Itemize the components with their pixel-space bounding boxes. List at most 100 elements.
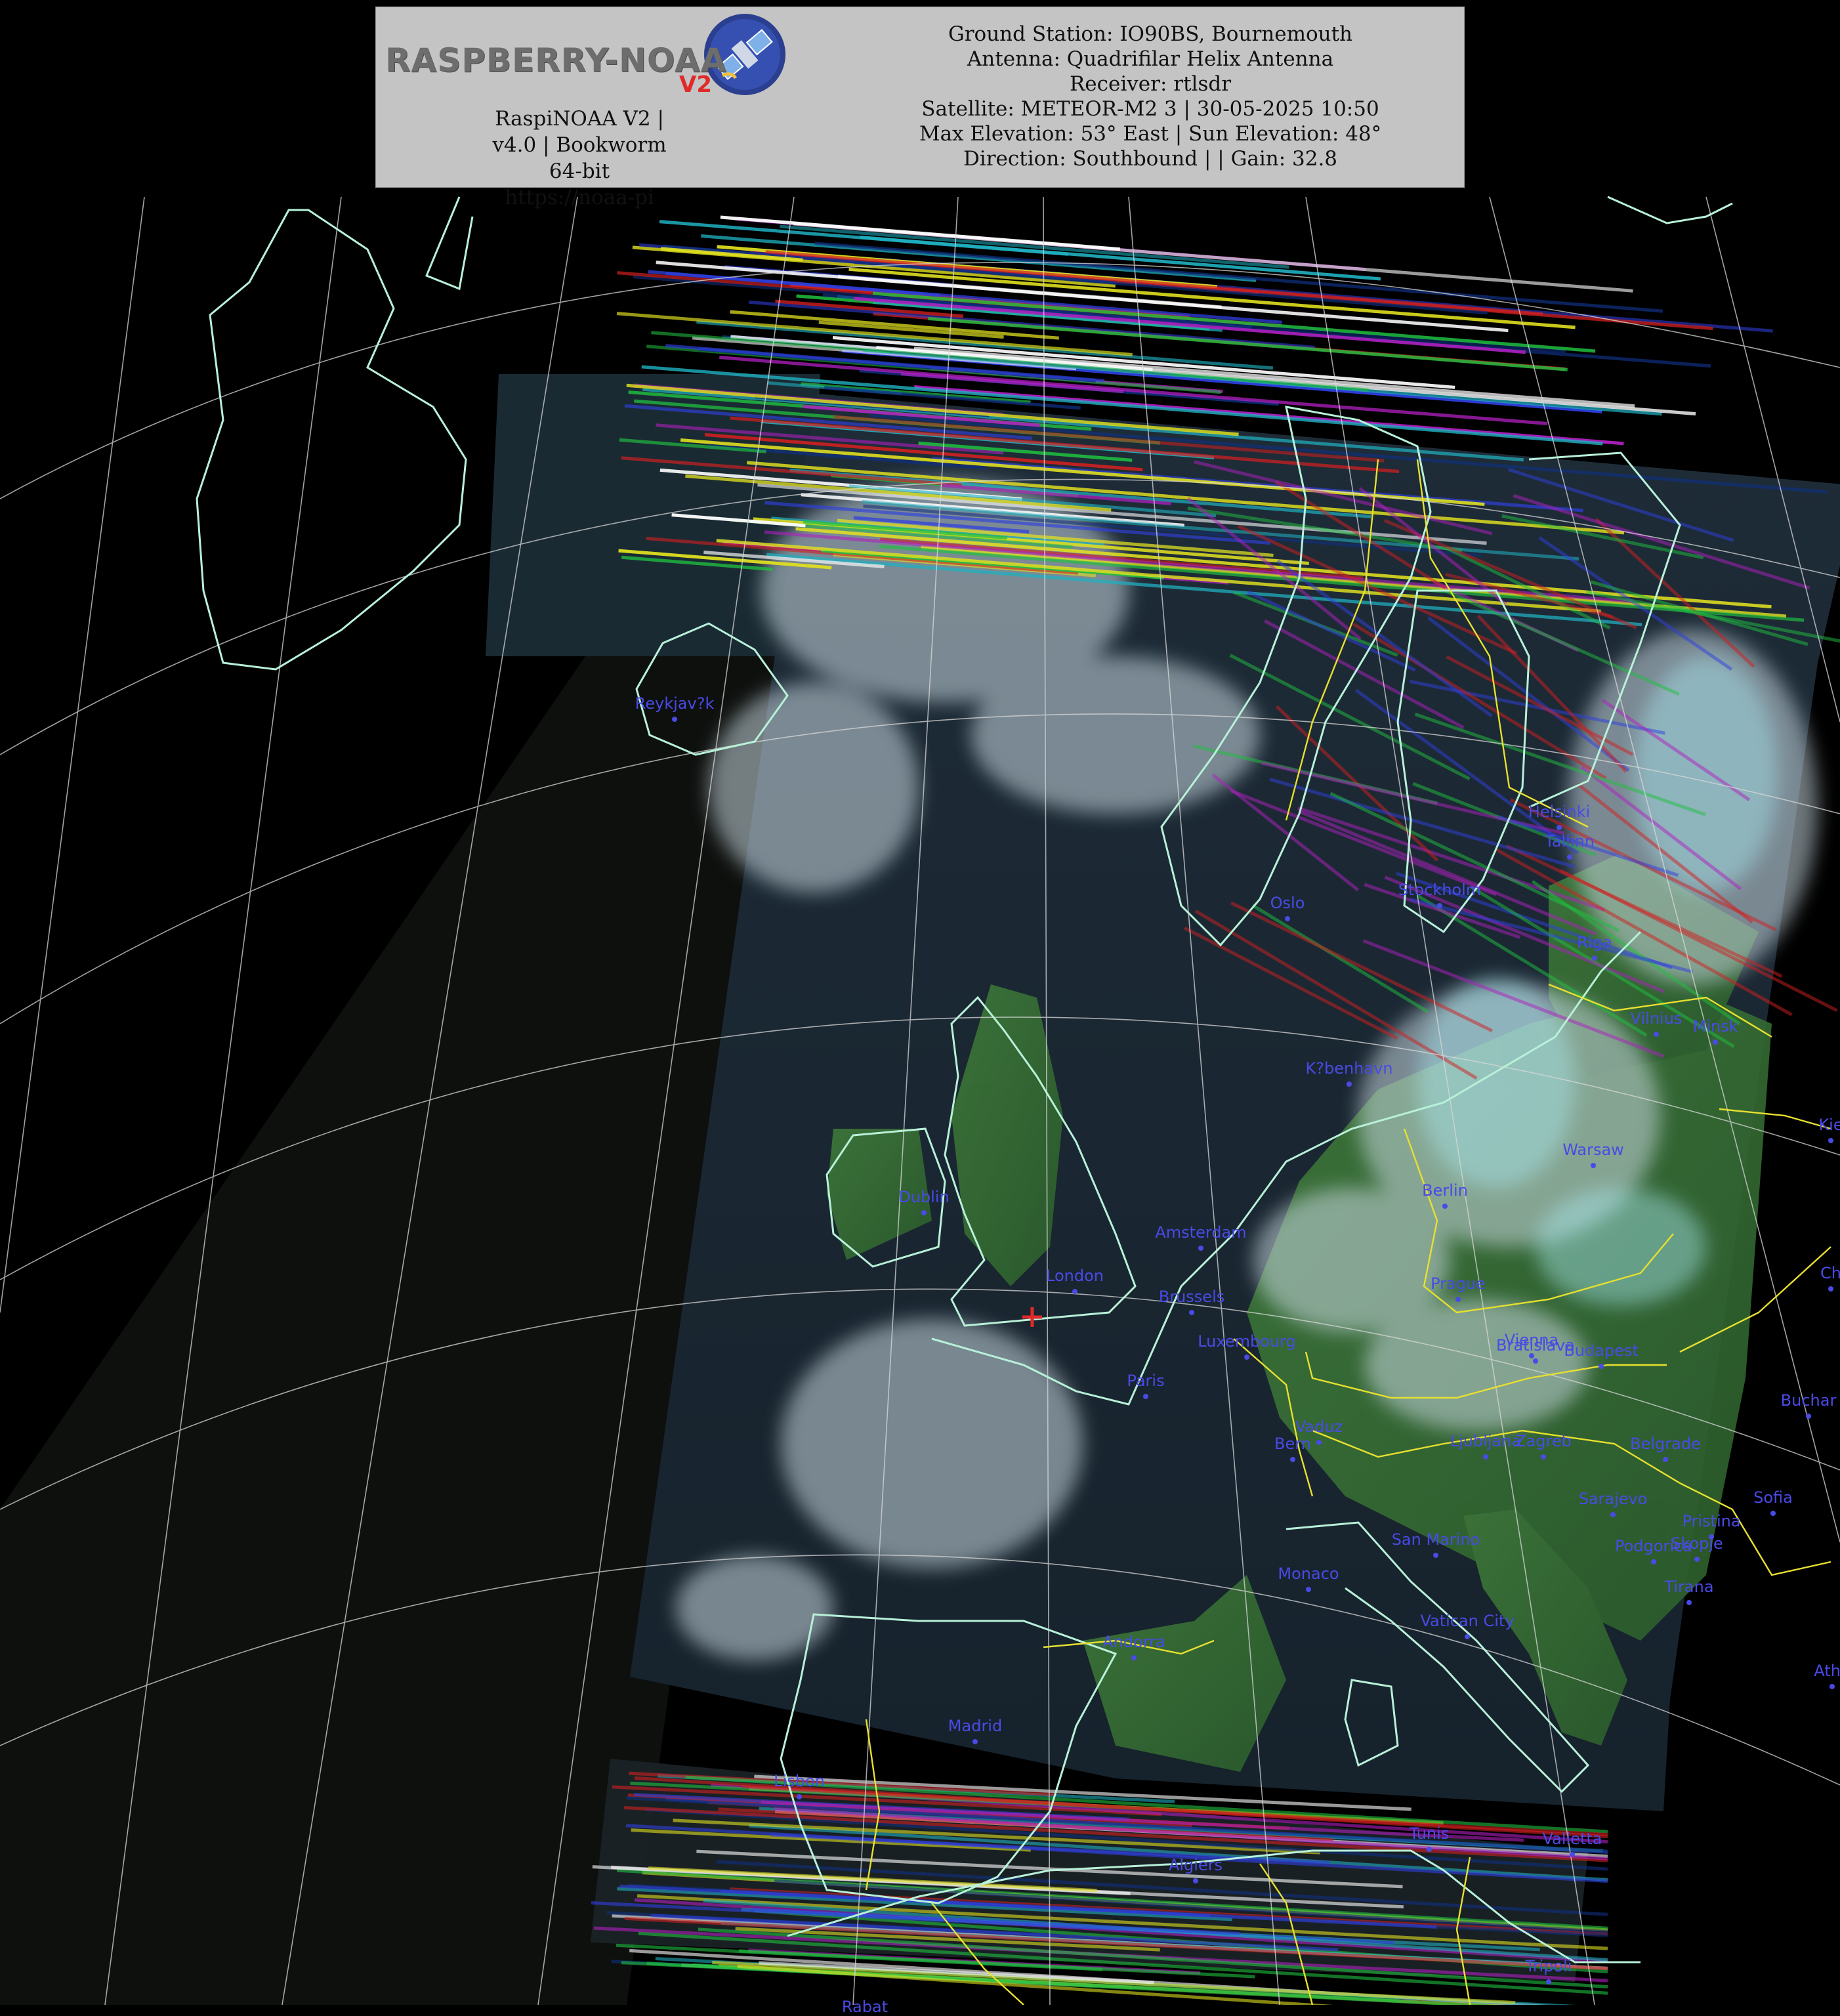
city-dot: [1828, 1286, 1833, 1292]
city-dot: [1427, 1847, 1432, 1852]
city-label: San Marino: [1391, 1530, 1480, 1549]
city-label: Minsk: [1692, 1017, 1738, 1036]
city-label: K?benhavn: [1305, 1059, 1393, 1078]
city-dot: [1465, 1634, 1470, 1639]
city-label: Monaco: [1278, 1564, 1339, 1583]
city-dot: [1316, 1440, 1322, 1445]
pass-info-header: RASPBERRY-NOAA V2 RaspiNOAA V2 | v4.0 | …: [375, 7, 1465, 209]
city-dot: [1285, 916, 1290, 921]
city-label: Ljubljana: [1450, 1432, 1522, 1450]
city-dot: [1557, 825, 1562, 830]
city-label: Tallinn: [1545, 832, 1595, 850]
city-dot: [1193, 1878, 1198, 1883]
direction-gain-line: Direction: Southbound | | Gain: 32.8: [963, 147, 1338, 171]
city-label: Skopje: [1671, 1534, 1723, 1553]
city-dot: [1610, 1512, 1616, 1517]
city-dot: [672, 717, 677, 722]
ground-station-marker-icon: [1022, 1307, 1042, 1327]
city-label: Tirana: [1664, 1578, 1714, 1596]
city-label: Luxembourg: [1198, 1332, 1296, 1351]
city-label: Vaduz: [1295, 1418, 1343, 1436]
city-label: Reykjav?k: [635, 694, 715, 713]
city-dot: [1483, 1454, 1488, 1460]
city-dot: [1189, 1310, 1194, 1315]
city-dot: [1347, 1082, 1352, 1087]
antenna-line: Antenna: Quadrifilar Helix Antenna: [967, 47, 1334, 71]
city-label: Buchar: [1780, 1391, 1837, 1410]
logo-wordmark: RASPBERRY-NOAA: [385, 41, 727, 79]
city-dot: [797, 1794, 802, 1799]
city-dot: [1713, 1040, 1718, 1045]
city-label: Ch: [1820, 1264, 1840, 1282]
logo-version-suffix: V2: [679, 72, 712, 98]
city-dot: [1599, 1364, 1604, 1369]
city-label: Riga: [1577, 933, 1612, 952]
city-label: Pristina: [1682, 1512, 1741, 1530]
city-dot: [1806, 1414, 1811, 1419]
city-dot: [1592, 956, 1597, 961]
city-label: Kie: [1818, 1116, 1840, 1134]
city-dot: [1686, 1600, 1692, 1605]
ground-station-line: Ground Station: IO90BS, Bournemouth: [948, 22, 1353, 46]
city-dot: [1570, 1852, 1575, 1857]
greenland-coast: [196, 209, 467, 671]
city-dot: [1546, 1979, 1551, 1984]
city-label: Valletta: [1542, 1830, 1602, 1848]
city-label: Sarajevo: [1578, 1490, 1648, 1508]
city-label: Algiers: [1168, 1856, 1223, 1874]
city-dot: [972, 1739, 978, 1744]
city-dot: [1442, 1204, 1448, 1209]
city-label: Warsaw: [1562, 1141, 1624, 1159]
city-dot: [1651, 1559, 1656, 1564]
city-label: Stockholm: [1398, 881, 1482, 899]
city-label: Dublin: [898, 1188, 950, 1206]
city-dot: [1830, 1684, 1835, 1689]
city-dot: [1591, 1163, 1596, 1168]
satellite-line: Satellite: METEOR-M2 3 | 30-05-2025 10:5…: [921, 97, 1379, 121]
city-dot: [1455, 1297, 1461, 1302]
city-label: London: [1046, 1267, 1104, 1285]
city-dot: [1663, 1457, 1668, 1462]
city-label: Athe: [1814, 1662, 1840, 1680]
station-url: https://noaa-pi: [505, 186, 654, 209]
city-label: Paris: [1127, 1372, 1165, 1390]
city-dot: [1694, 1557, 1700, 1562]
city-dot: [1244, 1354, 1249, 1360]
city-label: Helsinki: [1528, 803, 1591, 821]
city-dot: [1131, 1655, 1137, 1660]
city-dot: [1306, 1587, 1311, 1592]
city-label: Rabat: [841, 1998, 889, 2016]
city-label: Berlin: [1422, 1181, 1468, 1200]
svalbard-coast: [1607, 196, 1733, 224]
pass-details: Ground Station: IO90BS, Bournemouth Ante…: [835, 22, 1465, 171]
city-label: Lisbon: [774, 1772, 825, 1790]
city-label: Vatican City: [1420, 1612, 1515, 1630]
city-label: Andorra: [1102, 1633, 1165, 1651]
city-dot: [921, 1210, 927, 1215]
city-label: Zagreb: [1515, 1432, 1572, 1450]
city-label: Brussels: [1158, 1288, 1225, 1306]
city-dot: [1143, 1394, 1148, 1399]
version-line: RaspiNOAA V2 | v4.0 | Bookworm 64-bit: [492, 107, 667, 183]
city-label: Oslo: [1270, 894, 1305, 912]
city-dot: [1437, 903, 1442, 908]
city-label: Budapest: [1564, 1341, 1639, 1360]
map-canvas: [0, 196, 1840, 2005]
city-label: Vilnius: [1630, 1009, 1683, 1028]
city-dot: [1567, 854, 1572, 860]
city-dot: [1828, 1138, 1833, 1143]
city-dot: [1290, 1457, 1295, 1462]
city-label: Tripoli: [1525, 1957, 1572, 1975]
city-dot: [1533, 1358, 1538, 1364]
city-dot: [1770, 1511, 1776, 1516]
city-label: Amsterdam: [1155, 1223, 1247, 1242]
city-dot: [1072, 1289, 1077, 1294]
city-dot: [1654, 1032, 1659, 1037]
receiver-line: Receiver: rtlsdr: [1069, 72, 1232, 96]
city-dot: [1433, 1553, 1438, 1558]
city-label: Sofia: [1753, 1488, 1793, 1507]
city-label: Bratislava: [1496, 1336, 1575, 1354]
city-label: Madrid: [948, 1717, 1003, 1735]
city-label: Prague: [1431, 1274, 1486, 1293]
greenland-east-islands: [425, 196, 474, 291]
